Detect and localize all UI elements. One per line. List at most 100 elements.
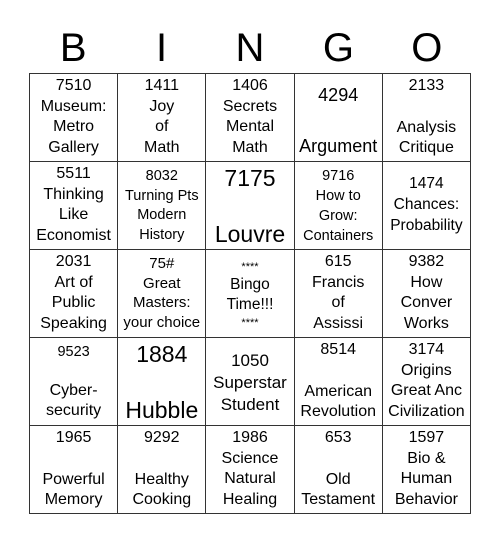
cell-text: How to <box>315 188 361 204</box>
cell-text: Bingo <box>230 275 270 293</box>
bingo-cell[interactable]: 5511 Thinking Like Economist <box>30 162 119 250</box>
header-letter-n: N <box>235 26 265 70</box>
cell-text: American <box>304 382 372 400</box>
bingo-cell[interactable]: 9292 Healthy Cooking <box>118 426 207 514</box>
cell-number: 9523 <box>57 344 90 360</box>
cell-text: Probability <box>390 216 463 234</box>
cell-text: Analysis <box>396 118 457 136</box>
free-space-cell[interactable]: **** Bingo Time!!! **** <box>206 250 295 338</box>
bingo-cell[interactable]: 8514 American Revolution <box>294 338 383 426</box>
bingo-cell[interactable]: 9382 How Conver Works <box>382 250 471 338</box>
cell-text: of <box>331 294 345 312</box>
header-letter-i: I <box>156 26 168 70</box>
cell-text: Works <box>403 315 449 333</box>
cell-text: Time!!! <box>226 295 274 313</box>
cell-text: Conver <box>400 294 453 312</box>
bingo-cell[interactable]: 653 Old Testament <box>294 426 383 514</box>
cell-text: Human <box>400 470 453 488</box>
cell-number: 1986 <box>232 429 268 446</box>
cell-number: 3174 <box>408 341 445 358</box>
bingo-cell[interactable]: 7175 Louvre <box>206 162 295 250</box>
bingo-header: B I N G O <box>29 24 471 72</box>
cell-text: Mental <box>225 118 274 136</box>
bingo-cell[interactable]: 1597 Bio & Human Behavior <box>382 426 471 514</box>
header-letter-b: B <box>59 26 87 70</box>
cell-text: Museum: <box>40 97 107 115</box>
cell-text: Art of <box>54 273 93 291</box>
cell-number: 2031 <box>55 253 92 270</box>
cell-number: 1411 <box>144 77 179 94</box>
bingo-cell[interactable]: 4294 Argument <box>294 74 383 162</box>
cell-number: 7175 <box>224 165 276 191</box>
cell-number: 5511 <box>56 165 91 182</box>
cell-text: Origins <box>401 361 452 379</box>
cell-number: 1597 <box>408 429 445 446</box>
bingo-cell[interactable]: 1965 Powerful Memory <box>30 426 119 514</box>
bingo-cell[interactable]: 9523 Cyber- security <box>30 338 119 426</box>
bingo-cell[interactable]: 1406 Secrets Mental Math <box>206 74 295 162</box>
cell-text: Testament <box>301 491 376 509</box>
cell-text: Great Anc <box>390 382 462 400</box>
cell-text: Containers <box>303 228 374 244</box>
cell-text: Math <box>232 139 268 157</box>
cell-text: Civilization <box>388 403 465 421</box>
header-letter-g: G <box>322 26 354 70</box>
cell-text: Speaking <box>40 315 107 333</box>
cell-text: Francis <box>311 273 365 291</box>
cell-text: Behavior <box>394 491 458 509</box>
bingo-cell[interactable]: 2031 Art of Public Speaking <box>30 250 119 338</box>
bingo-cell[interactable]: 7510 Museum: Metro Gallery <box>30 74 119 162</box>
cell-text: History <box>139 226 185 243</box>
cell-text: Healing <box>222 491 278 509</box>
bingo-cell[interactable]: 1050 Superstar Student <box>206 338 295 426</box>
cell-number: 1406 <box>232 77 268 94</box>
cell-text: Assissi <box>313 315 364 333</box>
cell-text: Math <box>144 139 180 157</box>
stars-decoration: **** <box>241 260 259 273</box>
cell-text: Cyber- <box>49 381 98 399</box>
cell-text: Grow: <box>318 208 358 224</box>
cell-text: Old <box>325 470 351 488</box>
bingo-cell[interactable]: 1474 Chances: Probability <box>382 162 471 250</box>
cell-number: 4294 <box>318 85 359 105</box>
bingo-cell[interactable]: 615 Francis of Assissi <box>294 250 383 338</box>
cell-text: Natural <box>224 470 276 488</box>
cell-text: Healthy <box>134 470 189 488</box>
bingo-cell[interactable]: 3174 Origins Great Anc Civilization <box>382 338 471 426</box>
cell-number: 1474 <box>409 175 444 193</box>
cell-number: 2133 <box>408 77 445 94</box>
cell-number: 1884 <box>136 341 188 367</box>
cell-text: Hubble <box>125 397 199 423</box>
cell-text: Science <box>221 449 279 467</box>
cell-number: 75# <box>149 255 175 272</box>
cell-number: 7510 <box>55 77 92 94</box>
cell-text: Gallery <box>48 139 99 157</box>
cell-text: Argument <box>299 136 378 156</box>
stars-decoration: **** <box>241 316 259 329</box>
bingo-cell[interactable]: 1986 Science Natural Healing <box>206 426 295 514</box>
cell-text: How <box>410 273 443 291</box>
cell-text: Modern <box>137 207 187 223</box>
cell-text: Chances: <box>393 196 460 214</box>
cell-text: Joy <box>149 97 175 115</box>
cell-text: Bio & <box>407 449 446 467</box>
cell-number: 8032 <box>145 168 178 184</box>
bingo-cell[interactable]: 2133 Analysis Critique <box>382 74 471 162</box>
cell-text: Powerful <box>42 470 105 488</box>
cell-number: 8514 <box>320 341 356 358</box>
bingo-card-grid: 7510 Museum: Metro Gallery 1411 Joy of M… <box>29 73 471 514</box>
cell-number: 653 <box>324 429 352 446</box>
bingo-cell[interactable]: 75# Great Masters: your choice <box>118 250 207 338</box>
cell-number: 1050 <box>231 350 269 370</box>
cell-text: of <box>155 118 169 136</box>
bingo-cell[interactable]: 1411 Joy of Math <box>118 74 207 162</box>
bingo-cell[interactable]: 9716 How to Grow: Containers <box>294 162 383 250</box>
cell-number: 1965 <box>55 429 92 446</box>
cell-text: Great <box>143 274 181 292</box>
cell-text: Louvre <box>214 221 286 247</box>
bingo-cell[interactable]: 1884 Hubble <box>118 338 207 426</box>
cell-text: Thinking <box>43 185 104 203</box>
bingo-cell[interactable]: 8032 Turning Pts Modern History <box>118 162 207 250</box>
cell-number: 9716 <box>322 168 355 184</box>
cell-text: security <box>46 402 102 420</box>
